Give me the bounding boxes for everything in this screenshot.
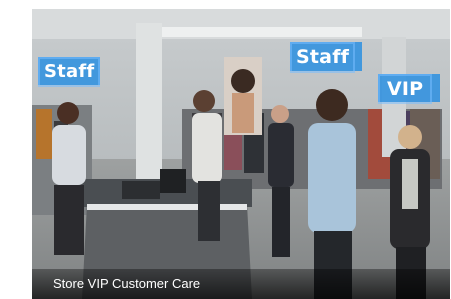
card-caption: Store VIP Customer Care: [53, 276, 201, 291]
vip-label: VIP: [378, 74, 433, 104]
caption-bar: Store VIP Customer Care: [32, 269, 450, 299]
store-photo: [32, 9, 450, 299]
staff-label-right: Staff: [290, 42, 356, 73]
feature-card[interactable]: Staff Staff VIP Store VIP Customer Care: [32, 9, 450, 299]
staff-label-left: Staff: [38, 57, 101, 87]
